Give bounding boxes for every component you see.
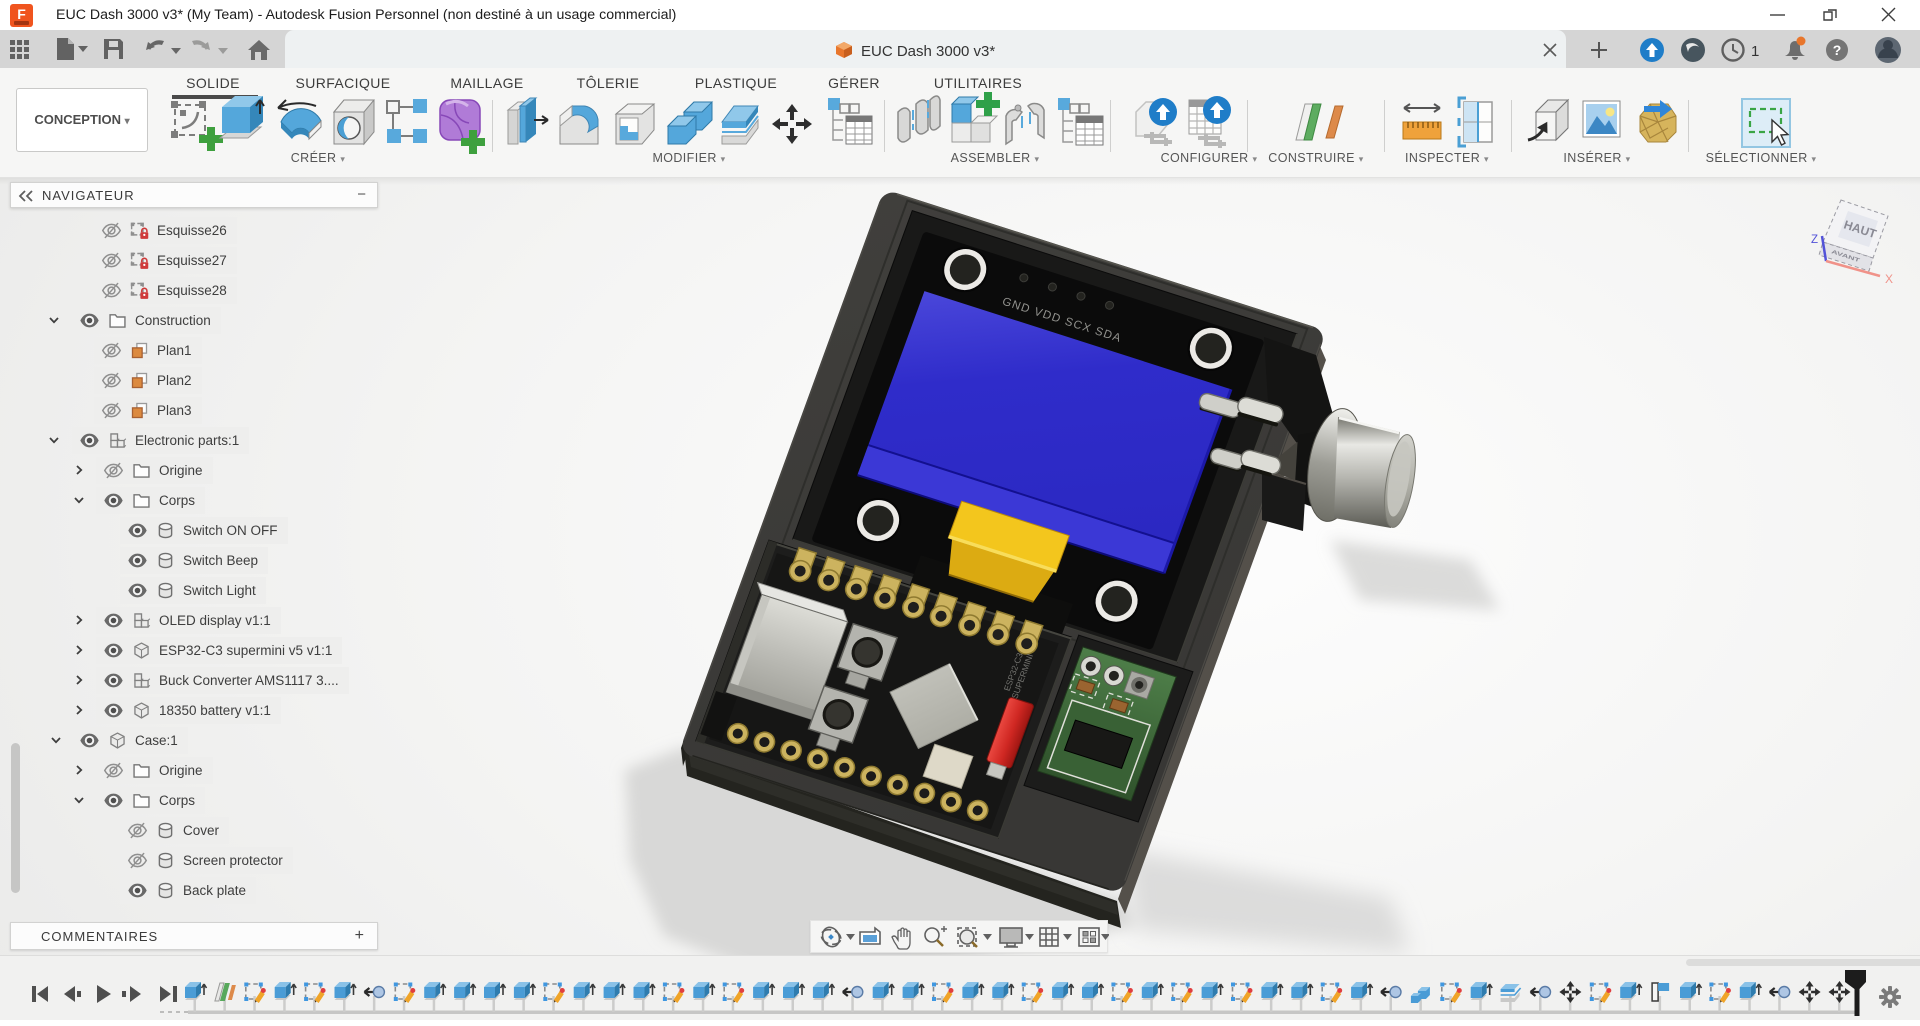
- svg-text:F: F: [17, 6, 26, 22]
- svg-text:?: ?: [1833, 42, 1842, 58]
- svg-text:EUC Dash 3000 v3*: EUC Dash 3000 v3*: [861, 43, 995, 60]
- svg-text:Z: Z: [1811, 234, 1818, 246]
- svg-text:1: 1: [1751, 43, 1759, 60]
- svg-text:X: X: [1885, 272, 1893, 286]
